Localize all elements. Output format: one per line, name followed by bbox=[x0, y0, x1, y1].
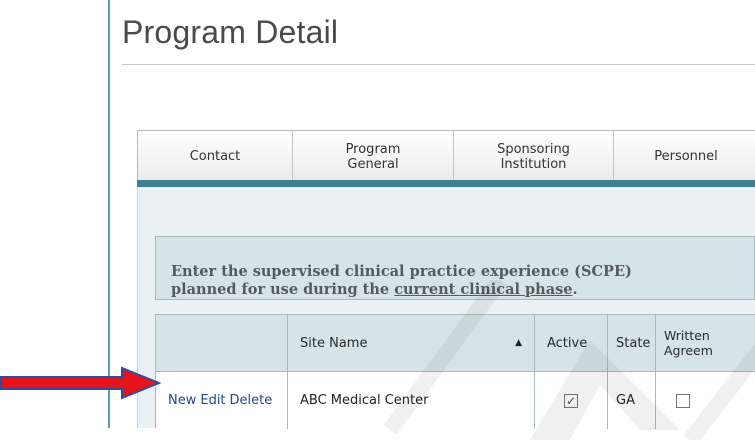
active-checkbox[interactable]: ✓ bbox=[564, 393, 578, 408]
delete-link[interactable]: Delete bbox=[230, 393, 273, 408]
cell-site-name: ABC Medical Center bbox=[288, 372, 535, 429]
tab-program-general[interactable]: Program General bbox=[293, 131, 454, 180]
tab-personnel-label: Personnel bbox=[654, 149, 718, 164]
instructions-line-2-prefix: planned for use during the bbox=[171, 281, 395, 298]
left-border-line bbox=[108, 0, 110, 428]
tab-sponsoring-institution[interactable]: Sponsoring Institution bbox=[454, 131, 614, 180]
page-title: Program Detail bbox=[122, 14, 339, 50]
state-header-label: State bbox=[616, 335, 651, 351]
tab-contact-label: Contact bbox=[189, 149, 241, 164]
active-header-label: Active bbox=[547, 335, 588, 351]
written-agreement-checkbox[interactable] bbox=[676, 393, 690, 408]
instructions-text: Enter the supervised clinical practice e… bbox=[171, 263, 632, 299]
column-header-active[interactable]: Active bbox=[535, 315, 608, 372]
tab-bar: Contact Program General Sponsoring Insti… bbox=[137, 130, 755, 181]
tab-contact[interactable]: Contact bbox=[138, 131, 293, 180]
current-clinical-phase-link[interactable]: current clinical phase bbox=[394, 281, 572, 298]
column-header-written-agreement[interactable]: Written Agreem bbox=[656, 315, 755, 372]
edit-link[interactable]: Edit bbox=[200, 393, 225, 408]
title-divider bbox=[122, 64, 755, 65]
scpe-sites-table: Site Name ▲ Active State Written Agreem … bbox=[155, 314, 755, 429]
table-row-actions: New Edit Delete bbox=[156, 372, 288, 429]
column-header-state[interactable]: State bbox=[608, 315, 656, 372]
written-agreement-header-label: Written Agreem bbox=[664, 328, 713, 358]
tab-program-general-label: Program General bbox=[345, 141, 401, 172]
site-name-header-label: Site Name bbox=[300, 335, 368, 351]
instructions-box: Enter the supervised clinical practice e… bbox=[155, 236, 755, 300]
cell-written-agreement bbox=[656, 372, 755, 429]
column-header-site-name[interactable]: Site Name ▲ bbox=[288, 315, 535, 372]
column-header-actions bbox=[156, 315, 288, 372]
instructions-line-1: Enter the supervised clinical practice e… bbox=[171, 263, 632, 280]
cell-state: GA bbox=[608, 372, 656, 429]
sort-ascending-icon[interactable]: ▲ bbox=[515, 338, 522, 348]
right-arrow-icon bbox=[0, 366, 161, 400]
instructions-line-2-suffix: . bbox=[572, 281, 578, 298]
checkmark-icon: ✓ bbox=[565, 393, 577, 408]
tab-sponsoring-institution-label: Sponsoring Institution bbox=[497, 141, 570, 172]
new-link[interactable]: New bbox=[168, 393, 196, 408]
cell-active: ✓ bbox=[535, 372, 608, 429]
tab-personnel[interactable]: Personnel bbox=[614, 131, 755, 180]
tab-active-underline bbox=[137, 180, 755, 187]
